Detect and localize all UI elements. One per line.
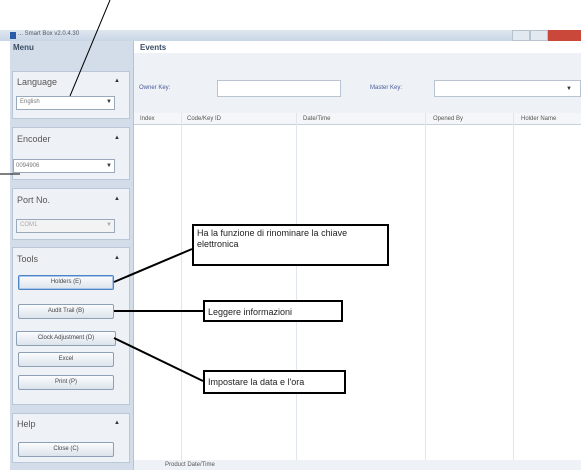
annotation-line-holders <box>113 248 193 283</box>
annotation-line-top <box>69 0 111 97</box>
callout-clock: Impostare la data e l'ora <box>203 370 346 394</box>
annotation-line-clock <box>113 337 204 382</box>
callout-audit: Leggere informazioni <box>203 300 343 322</box>
callout-holders: Ha la funzione di rinominare la chiave e… <box>192 224 389 266</box>
